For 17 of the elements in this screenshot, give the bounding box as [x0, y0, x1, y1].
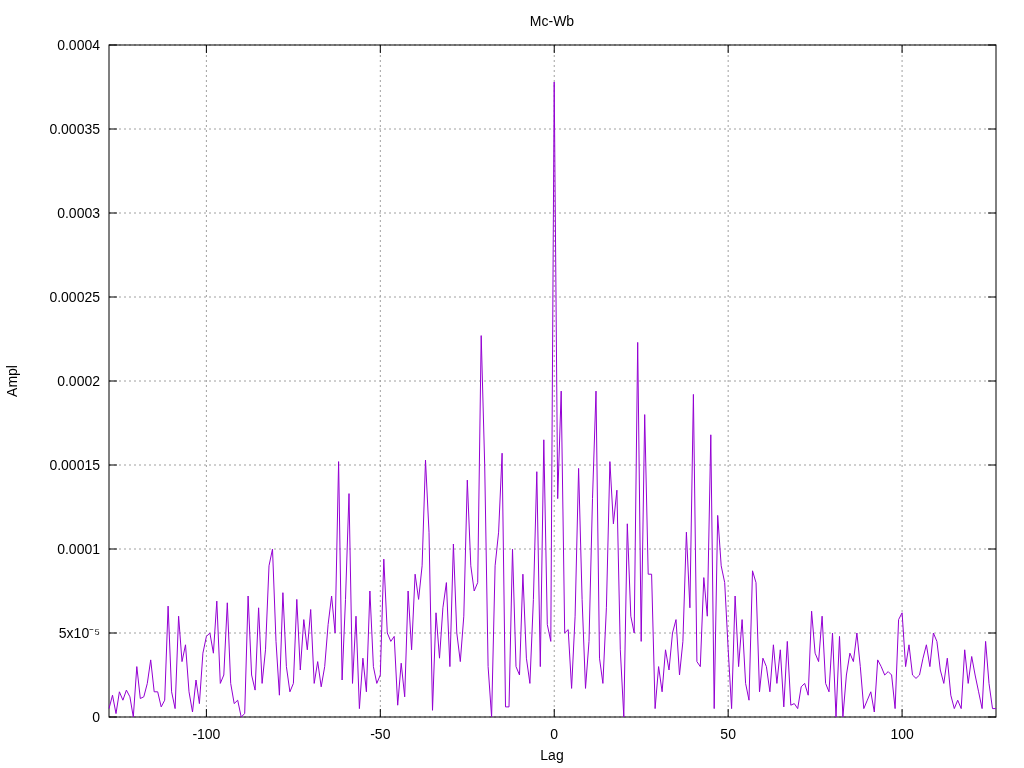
axis-tick-label: 100	[890, 726, 914, 742]
chart-title: Mc-Wb	[529, 13, 575, 29]
y-axis-label: Ampl	[4, 365, 20, 397]
axis-tick-label: 0.0001	[57, 541, 100, 557]
axis-tick-label: 5x10⁻⁵	[58, 625, 100, 641]
axis-tick-label: 0	[92, 709, 100, 725]
axis-tick-label: 0	[550, 726, 559, 742]
x-axis-label: Lag	[540, 747, 564, 763]
axis-tick-label: 50	[720, 726, 736, 742]
axis-tick-label: -50	[370, 726, 391, 742]
axis-tick-label: 0.00025	[49, 289, 100, 305]
axis-tick-label: 0.0003	[57, 205, 100, 221]
axis-tick-label: 0.0004	[57, 37, 100, 53]
axis-tick-label: 0.0002	[57, 373, 100, 389]
axis-tick-label: -100	[192, 726, 221, 742]
axis-tick-label: 0.00035	[49, 121, 100, 137]
axis-tick-label: 0.00015	[49, 457, 100, 473]
